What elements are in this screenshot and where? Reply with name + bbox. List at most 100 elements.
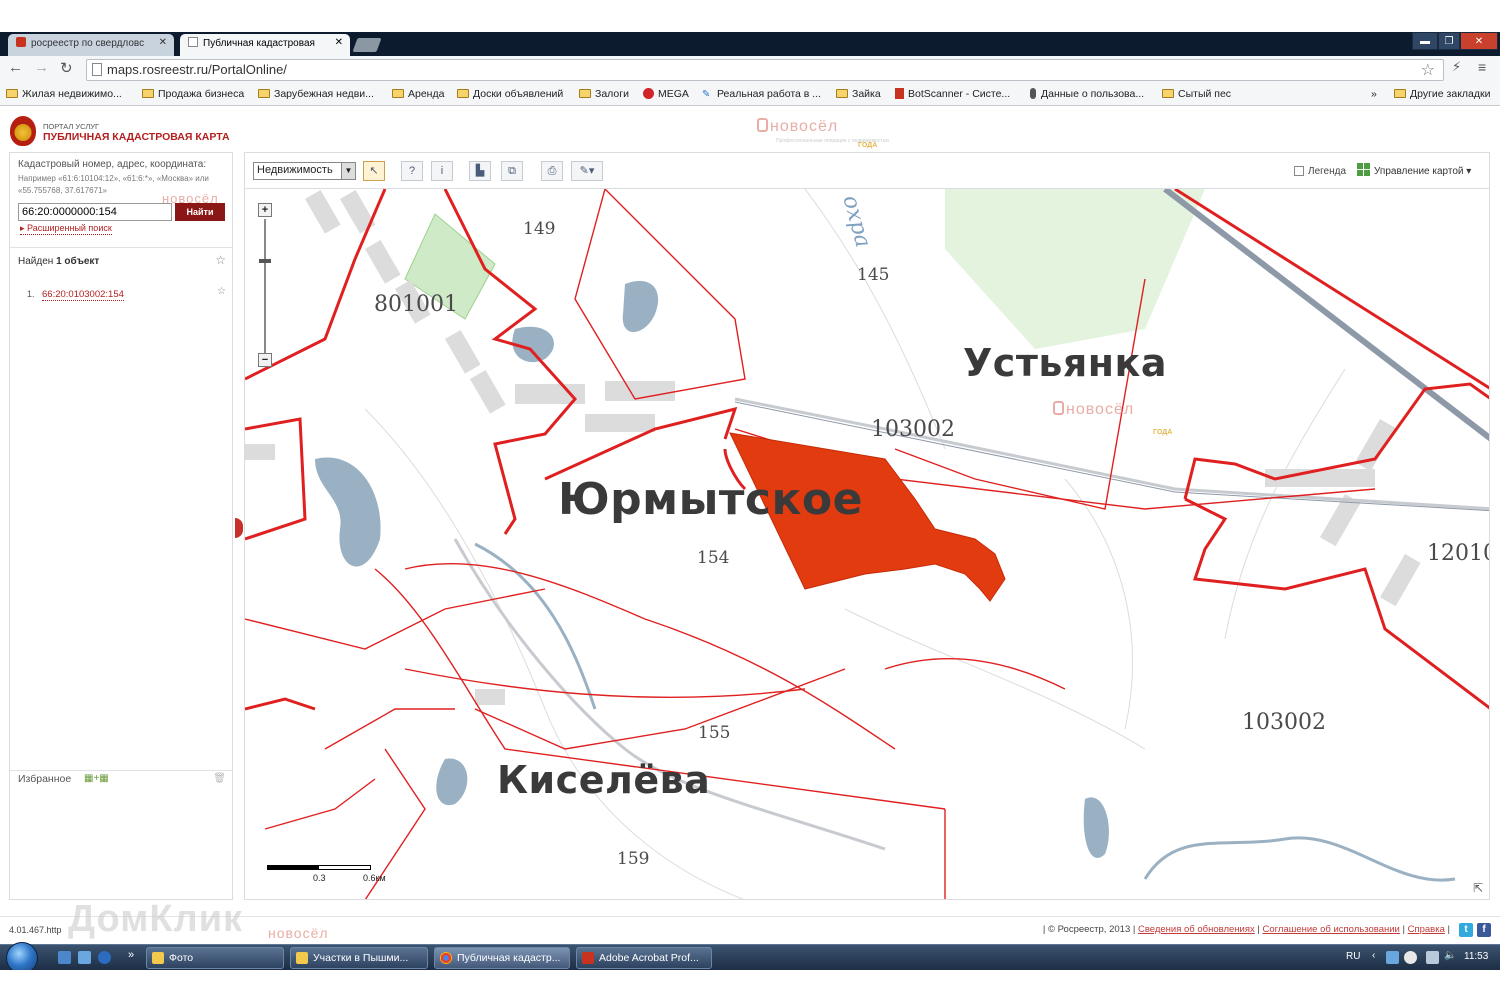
close-icon[interactable]: ✕ — [335, 37, 343, 48]
map-control-dropdown[interactable]: Управление картой ▾ — [1357, 163, 1471, 177]
layer-select[interactable]: Недвижимость ▼ — [253, 162, 356, 180]
resize-icon[interactable]: ⇱ — [1473, 881, 1483, 895]
minimize-button[interactable]: ▬ — [1412, 32, 1438, 50]
close-icon[interactable]: ✕ — [159, 37, 167, 48]
bookmark-item[interactable]: Доски объявлений — [457, 88, 563, 100]
maximize-button[interactable]: ❐ — [1438, 32, 1460, 50]
taskbar-item-cadastral[interactable]: Публичная кадастр... — [434, 947, 570, 969]
info-tool-button[interactable]: i — [431, 161, 453, 181]
clock[interactable]: 11:53 — [1464, 951, 1488, 962]
bookmark-star-icon[interactable]: ☆ — [1421, 60, 1435, 80]
language-indicator[interactable]: RU — [1346, 951, 1360, 962]
bookmark-item[interactable]: Зайка — [836, 88, 881, 100]
network-icon[interactable] — [1426, 951, 1439, 964]
explorer-icon[interactable] — [78, 951, 91, 964]
bookmarks-overflow-button[interactable]: » — [1371, 88, 1377, 100]
reload-icon[interactable]: ↻ — [60, 59, 73, 77]
tray-app-icon[interactable] — [1404, 951, 1417, 964]
select-tool-button[interactable]: ↖ — [363, 161, 385, 181]
extension-icon[interactable]: ⚡ — [1452, 59, 1461, 75]
show-desktop-icon[interactable] — [58, 951, 71, 964]
watermark-year: ГОДА — [858, 142, 878, 149]
bookmark-item[interactable]: Продажа бизнеса — [142, 88, 244, 100]
result-link[interactable]: 66:20:0103002:154 — [42, 289, 124, 301]
chrome-icon — [440, 952, 452, 964]
other-bookmarks[interactable]: Другие закладки — [1394, 88, 1490, 100]
cadastral-label: 154 — [697, 548, 730, 568]
measure-tool-button[interactable]: ▙ — [469, 161, 491, 181]
tab-cadastral-map[interactable]: Публичная кадастровая ✕ — [180, 34, 350, 56]
folder-icon — [152, 952, 164, 964]
legend-label[interactable]: Легенда — [1308, 166, 1346, 177]
place-label-yurmytskoe: Юрмытское — [558, 474, 863, 525]
back-icon[interactable]: ← — [8, 59, 23, 76]
bookmark-item[interactable]: Залоги — [579, 88, 629, 100]
cadastral-label: 12010 — [1427, 541, 1490, 566]
updates-link[interactable]: Сведения об обновлениях — [1138, 924, 1255, 935]
scale-bar — [267, 865, 371, 870]
ie-icon[interactable] — [98, 951, 111, 964]
portal-title[interactable]: ПУБЛИЧНАЯ КАДАСТРОВАЯ КАРТА — [43, 131, 230, 143]
advanced-search-link[interactable]: ▸ Расширенный поиск — [20, 223, 112, 235]
terms-link[interactable]: Соглашение об использовании — [1263, 924, 1400, 935]
collapse-panel-handle[interactable] — [235, 518, 243, 538]
help-link[interactable]: Справка — [1408, 924, 1445, 935]
map-canvas[interactable]: Юрмытское Устьянка Киселёва 149 145 8010… — [244, 189, 1490, 900]
window-close-button[interactable]: ✕ — [1460, 32, 1498, 50]
menu-icon[interactable]: ≡ — [1478, 59, 1486, 75]
watermark-logo: новосёл — [757, 118, 838, 136]
result-number: 1. — [27, 289, 35, 299]
bookmark-item[interactable]: Зарубежная недви... — [258, 88, 374, 100]
tools-dropdown-button[interactable]: ✎▾ — [571, 161, 603, 181]
bookmarks-bar: Жилая недвижимо... Продажа бизнеса Заруб… — [0, 84, 1500, 106]
bookmark-item[interactable]: Жилая недвижимо... — [6, 88, 122, 100]
zoom-slider-handle[interactable] — [259, 259, 271, 263]
quicklaunch-overflow[interactable]: » — [128, 949, 134, 961]
layers-tool-button[interactable]: ⧉ — [501, 161, 523, 181]
new-tab-button[interactable] — [352, 38, 382, 52]
bookmark-item[interactable]: BotScanner - Систе... — [895, 88, 1010, 100]
legend-checkbox[interactable] — [1294, 166, 1304, 176]
zoom-slider-track[interactable] — [264, 219, 266, 353]
user-icon — [1030, 88, 1036, 99]
bookmark-item[interactable]: MEGA — [643, 88, 689, 100]
cadastral-search-input[interactable]: 66:20:0000000:154 — [18, 203, 172, 221]
tray-app-icon[interactable] — [1386, 951, 1399, 964]
star-icon[interactable]: ☆ — [215, 253, 226, 267]
twitter-icon[interactable]: t — [1459, 923, 1473, 937]
facebook-icon[interactable]: f — [1477, 923, 1491, 937]
yandex-icon — [16, 37, 26, 47]
zoom-out-button[interactable]: − — [258, 353, 272, 367]
star-icon[interactable]: ☆ — [217, 286, 226, 297]
forward-icon[interactable]: → — [34, 59, 49, 76]
trash-icon[interactable]: 🗑 — [213, 773, 226, 784]
url-input[interactable]: maps.rosreestr.ru/PortalOnline/ ☆ — [86, 59, 1444, 81]
bookmark-item[interactable]: ✎ Реальная работа в ... — [702, 88, 821, 100]
taskbar-item-plots[interactable]: Участки в Пышми... — [290, 947, 428, 969]
bookmark-item[interactable]: Сытый пес — [1162, 88, 1231, 100]
railway — [1163, 189, 1489, 442]
portal-subtitle: ПОРТАЛ УСЛУГ — [43, 122, 100, 131]
folder-icon — [1394, 89, 1406, 98]
folder-icon — [579, 89, 591, 98]
domclick-watermark: ДомКлик — [68, 898, 244, 940]
search-panel: Кадастровый номер, адрес, координата: На… — [9, 152, 233, 900]
taskbar-item-acrobat[interactable]: Adobe Acrobat Prof... — [576, 947, 712, 969]
cadastral-label: 159 — [617, 849, 650, 869]
zoom-in-button[interactable]: + — [258, 203, 272, 217]
tray-expand-icon[interactable]: ‹ — [1372, 950, 1375, 961]
taskbar-item-photo[interactable]: Фото — [146, 947, 284, 969]
identify-tool-button[interactable]: ? — [401, 161, 423, 181]
bookmark-item[interactable]: Данные о пользова... — [1030, 88, 1144, 100]
coat-of-arms-icon — [10, 116, 36, 146]
link-icon: ✎ — [702, 89, 711, 100]
cadastral-label: 155 — [698, 723, 731, 743]
favorites-add-icon[interactable]: ▦+▦ — [84, 773, 109, 784]
bookmark-item[interactable]: Аренда — [392, 88, 444, 100]
volume-icon[interactable]: 🔈 — [1444, 950, 1456, 961]
grid-icon — [1357, 163, 1370, 176]
tab-rosreestr-search[interactable]: росреестр по свердловс ✕ — [8, 34, 174, 56]
footer-links: | © Росреестр, 2013 | Сведения об обновл… — [1042, 924, 1450, 935]
cadastral-label: 149 — [523, 219, 556, 239]
print-button[interactable]: ⎙ — [541, 161, 563, 181]
